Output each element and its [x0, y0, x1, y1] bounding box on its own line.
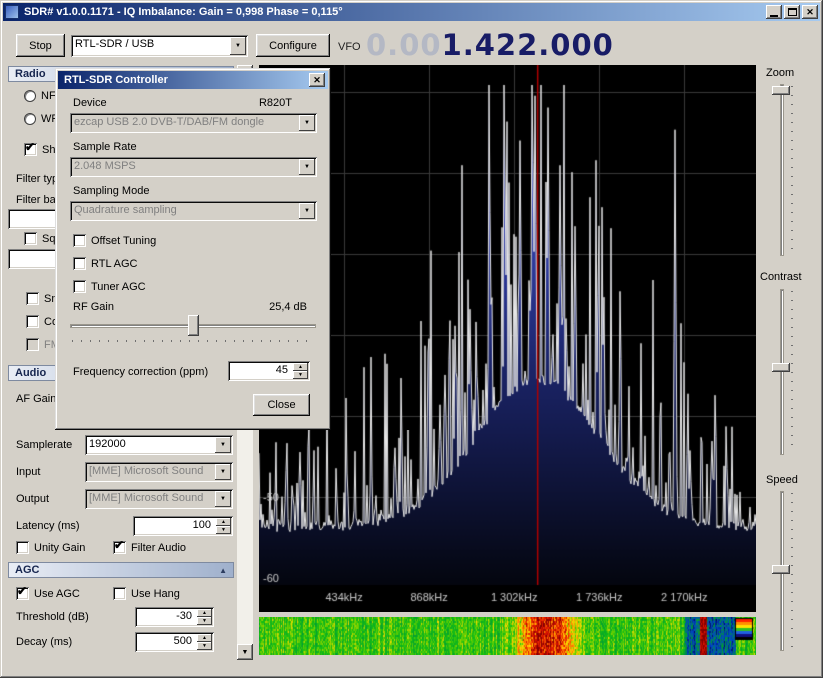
- speed-slider-thumb[interactable]: [772, 565, 790, 574]
- dialog-close-action-button[interactable]: Close: [253, 394, 310, 416]
- input-label: Input: [16, 466, 40, 478]
- sampling-mode-select: Quadrature sampling ▼: [70, 201, 317, 221]
- section-header-agc[interactable]: AGC ▲: [8, 562, 234, 578]
- decay-input[interactable]: 500 ▲ ▼: [135, 632, 214, 652]
- device-value: R820T: [259, 97, 292, 109]
- frequency-display[interactable]: 0.001.422.000: [366, 28, 614, 62]
- contrast-label: Contrast: [760, 271, 802, 283]
- rf-gain-slider[interactable]: [70, 315, 316, 343]
- minimize-icon: [770, 15, 778, 17]
- chevron-down-icon: ▼: [215, 491, 231, 507]
- checkmark-icon: ✔: [25, 140, 35, 154]
- speed-label: Speed: [766, 474, 798, 486]
- sample-rate-label: Sample Rate: [73, 141, 137, 153]
- minimize-button[interactable]: [766, 5, 782, 19]
- device-label: Device: [73, 97, 107, 109]
- threshold-label: Threshold (dB): [16, 611, 89, 623]
- spectrum-display[interactable]: [259, 65, 756, 612]
- sample-rate-select: 2.048 MSPS ▼: [70, 157, 317, 177]
- rf-gain-value: 25,4 dB: [269, 301, 307, 313]
- dialog-title: RTL-SDR Controller: [61, 74, 309, 86]
- unity-gain-checkbox[interactable]: ✔ Unity Gain: [16, 541, 85, 554]
- vfo-label: VFO: [338, 41, 361, 53]
- close-button[interactable]: ✕: [802, 5, 818, 19]
- zoom-slider[interactable]: [770, 82, 794, 258]
- close-icon: ✕: [313, 76, 321, 85]
- window-title: SDR# v1.0.0.1171 - IQ Imbalance: Gain = …: [21, 6, 764, 18]
- waterfall-canvas[interactable]: [259, 617, 756, 655]
- app-icon: [5, 5, 19, 19]
- rf-gain-slider-thumb[interactable]: [188, 315, 199, 336]
- chevron-down-icon[interactable]: ▼: [230, 37, 246, 55]
- spectrum-canvas[interactable]: [259, 65, 756, 612]
- rtl-sdr-controller-dialog: RTL-SDR Controller ✕ Device R820T ezcap …: [55, 68, 331, 430]
- maximize-button[interactable]: [784, 5, 800, 19]
- sdrsharp-window: SDR# v1.0.0.1171 - IQ Imbalance: Gain = …: [0, 0, 823, 678]
- rtl-agc-checkbox[interactable]: ✔ RTL AGC: [73, 257, 137, 270]
- radio-circle: [24, 90, 36, 102]
- device-select: ezcap USB 2.0 DVB-T/DAB/FM dongle ▼: [70, 113, 317, 133]
- sampling-mode-label: Sampling Mode: [73, 185, 149, 197]
- speed-slider[interactable]: [770, 489, 794, 653]
- offset-tuning-checkbox[interactable]: ✔ Offset Tuning: [73, 234, 156, 247]
- waterfall-display[interactable]: [259, 617, 756, 655]
- chevron-down-icon: ▼: [299, 159, 315, 175]
- titlebar[interactable]: SDR# v1.0.0.1171 - IQ Imbalance: Gain = …: [3, 3, 820, 21]
- af-gain-label: AF Gain: [16, 393, 56, 405]
- frequency-correction-input[interactable]: 45 ▲ ▼: [228, 361, 310, 381]
- source-select[interactable]: RTL-SDR / USB ▼: [71, 35, 248, 57]
- audio-output-select: [MME] Microsoft Sound ▼: [85, 489, 233, 509]
- dialog-titlebar[interactable]: RTL-SDR Controller ✕: [58, 71, 328, 89]
- spin-up-icon[interactable]: ▲: [197, 634, 212, 642]
- frequency-dim-digits: 0.00: [366, 28, 442, 62]
- spin-down-icon[interactable]: ▼: [197, 617, 212, 625]
- checkmark-icon: ✔: [17, 584, 27, 598]
- slider-ticks: [72, 340, 314, 342]
- use-hang-checkbox[interactable]: ✔ Use Hang: [113, 587, 180, 600]
- spin-up-icon[interactable]: ▲: [293, 363, 308, 371]
- spin-down-icon[interactable]: ▼: [216, 526, 231, 534]
- threshold-input[interactable]: -30 ▲ ▼: [135, 607, 214, 627]
- chevron-down-icon: ▼: [299, 203, 315, 219]
- spin-down-icon[interactable]: ▼: [197, 642, 212, 650]
- checkmark-icon: ✔: [114, 538, 124, 552]
- maximize-icon: [788, 8, 797, 16]
- spin-up-icon[interactable]: ▲: [197, 609, 212, 617]
- radio-circle: [24, 113, 36, 125]
- spin-down-icon[interactable]: ▼: [293, 371, 308, 379]
- tuner-agc-checkbox[interactable]: ✔ Tuner AGC: [73, 280, 146, 293]
- latency-input[interactable]: 100 ▲ ▼: [133, 516, 233, 536]
- frequency-active-digits: 1.422.000: [442, 28, 614, 62]
- contrast-slider-thumb[interactable]: [772, 363, 790, 372]
- audio-input-select: [MME] Microsoft Sound ▼: [85, 462, 233, 482]
- stop-button[interactable]: Stop: [16, 34, 65, 57]
- rf-gain-label: RF Gain: [73, 301, 114, 313]
- frequency-correction-label: Frequency correction (ppm): [73, 366, 208, 378]
- scroll-down-button[interactable]: ▼: [237, 644, 253, 660]
- chevron-down-icon: ▼: [215, 464, 231, 480]
- zoom-slider-thumb[interactable]: [772, 86, 790, 95]
- collapse-icon[interactable]: ▲: [219, 566, 227, 575]
- samplerate-select[interactable]: 192000 ▼: [85, 435, 233, 455]
- output-label: Output: [16, 493, 49, 505]
- latency-label: Latency (ms): [16, 520, 80, 532]
- chevron-down-icon[interactable]: ▼: [215, 437, 231, 453]
- configure-button[interactable]: Configure: [256, 34, 330, 57]
- decay-label: Decay (ms): [16, 636, 72, 648]
- source-select-value: RTL-SDR / USB: [71, 35, 228, 57]
- use-agc-checkbox[interactable]: ✔ Use AGC: [16, 587, 80, 600]
- samplerate-label: Samplerate: [16, 439, 72, 451]
- zoom-label: Zoom: [766, 67, 794, 79]
- chevron-down-icon: ▼: [299, 115, 315, 131]
- close-icon: ✕: [806, 8, 814, 17]
- filter-audio-checkbox[interactable]: ✔ Filter Audio: [113, 541, 186, 554]
- dialog-close-button[interactable]: ✕: [309, 73, 325, 87]
- contrast-slider[interactable]: [770, 287, 794, 457]
- spin-up-icon[interactable]: ▲: [216, 518, 231, 526]
